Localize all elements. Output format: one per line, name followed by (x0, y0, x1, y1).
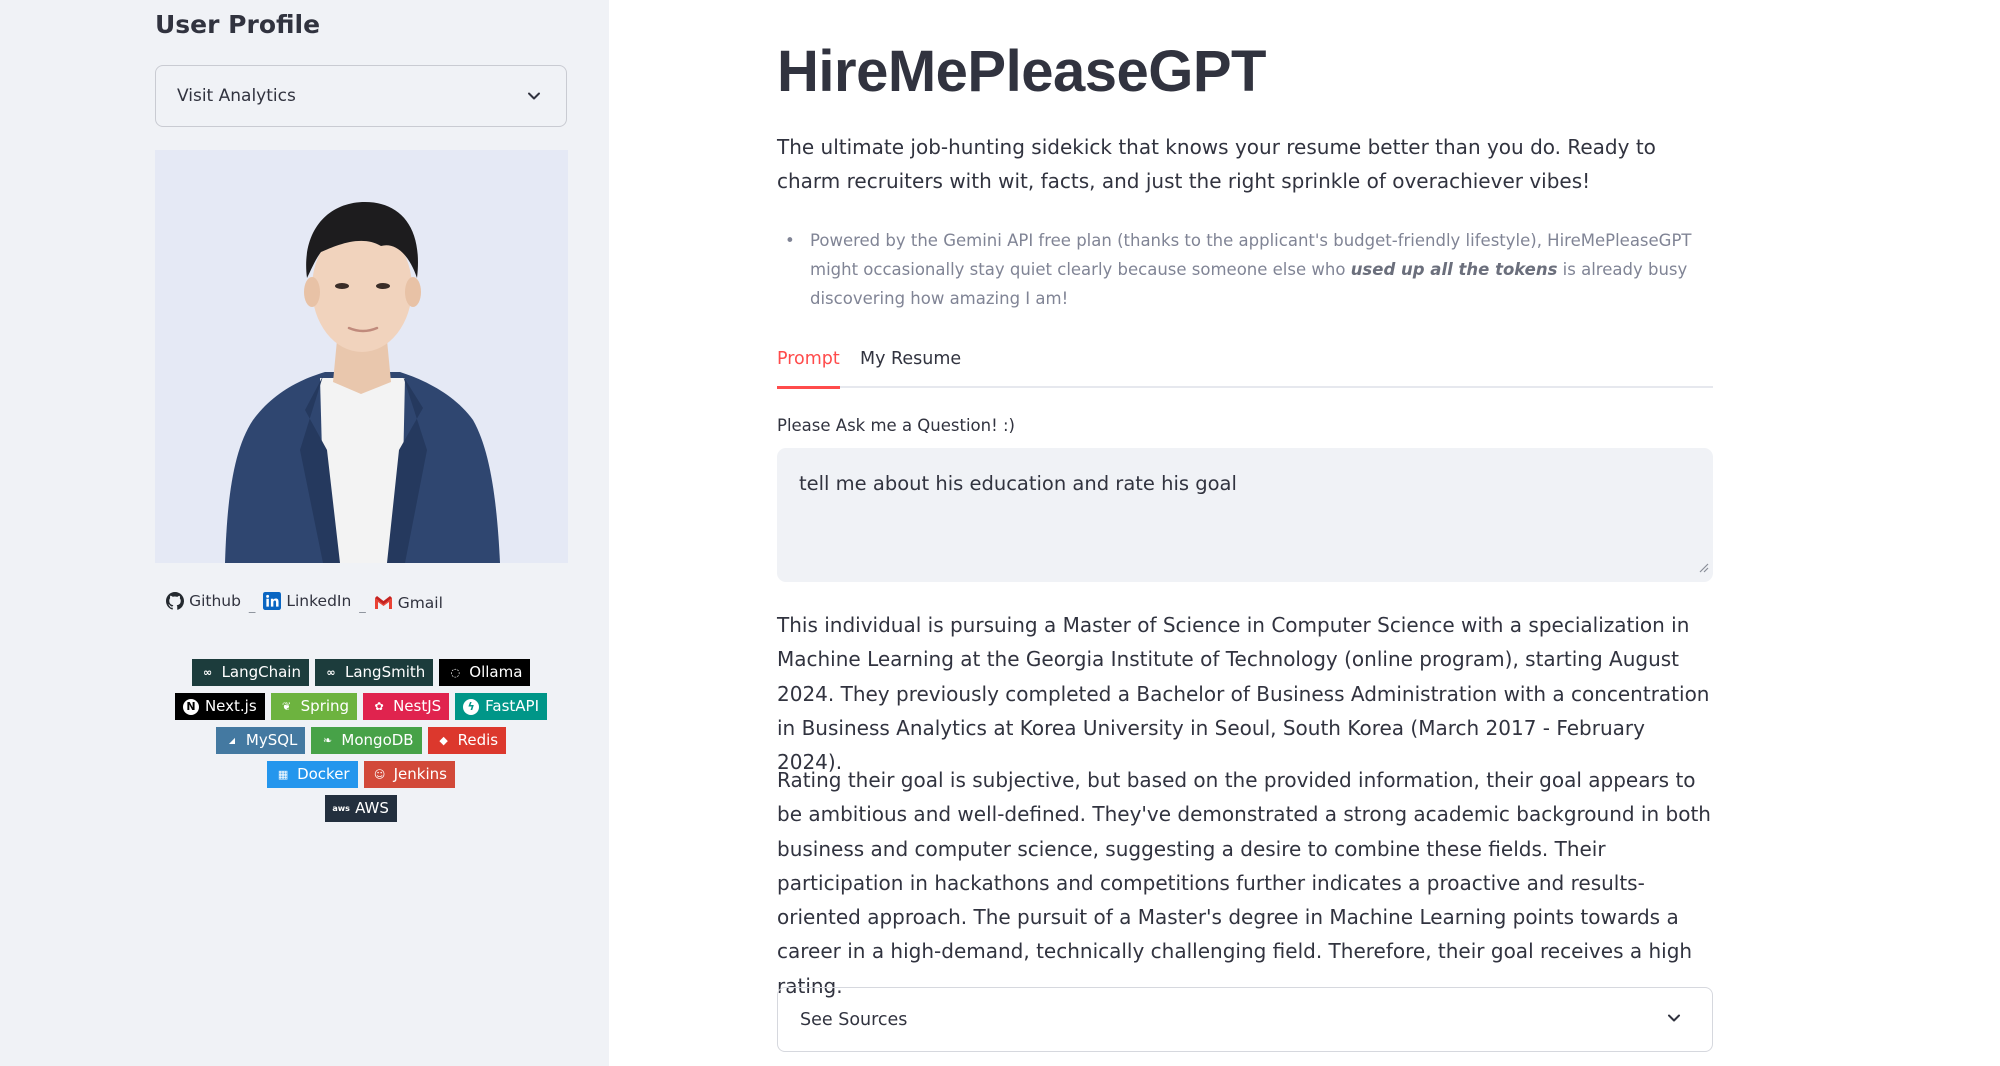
badge-mysql: ◢ MySQL (215, 727, 306, 754)
sidebar: User Profile Visit Analytics Github _ Li… (0, 0, 609, 1066)
jenkins-icon: ☺ (373, 768, 386, 781)
note-text: • Powered by the Gemini API free plan (t… (777, 226, 1713, 313)
tab-divider (777, 386, 1713, 388)
answer-paragraph-2: Rating their goal is subjective, but bas… (777, 768, 1711, 998)
tech-badges: ∞ LangChain ∞ LangSmith ◌ Ollama N Next.js ❦… (150, 659, 572, 829)
docker-icon: ▦ (277, 768, 289, 781)
spring-icon: ❦ (282, 700, 292, 713)
github-link[interactable]: Github (166, 592, 241, 610)
resize-handle-icon[interactable] (1699, 555, 1709, 578)
mongodb-icon: ❧ (322, 734, 333, 747)
badge-ollama: ◌ Ollama (439, 659, 531, 686)
badge-mongodb: ❧ MongoDB (311, 727, 422, 754)
gmail-link[interactable]: Gmail (374, 594, 443, 612)
fastapi-icon: ϟ (463, 698, 480, 715)
mysql-icon: ◢ (228, 736, 235, 745)
github-label: Github (189, 592, 241, 610)
chevron-down-icon (1666, 1010, 1682, 1030)
expander-label: See Sources (800, 1010, 908, 1030)
tab-bar: Prompt My Resume (777, 349, 1713, 389)
langsmith-icon: ∞ (326, 666, 336, 679)
link-separator: _ (359, 599, 366, 614)
badge-jenkins: ☺ Jenkins (363, 761, 455, 788)
analytics-select[interactable]: Visit Analytics (155, 65, 567, 127)
linkedin-link[interactable]: LinkedIn (263, 592, 351, 610)
gmail-icon (374, 595, 393, 610)
badge-fastapi: ϟ FastAPI (455, 693, 548, 720)
main-content: HireMePleaseGPT The ultimate job-hunting… (777, 0, 1713, 1066)
answer-paragraph-1: This individual is pursuing a Master of … (777, 613, 1710, 775)
aws-icon: aws (332, 804, 350, 813)
see-sources-expander[interactable]: See Sources (777, 987, 1713, 1052)
active-tab-indicator (777, 386, 840, 389)
social-links: Github _ LinkedIn _ Gmail (0, 592, 609, 614)
github-icon (166, 592, 185, 610)
linkedin-icon (263, 592, 282, 610)
tab-prompt[interactable]: Prompt (777, 349, 840, 389)
ollama-icon: ◌ (450, 666, 461, 679)
question-input[interactable]: tell me about his education and rate his… (777, 448, 1713, 582)
badge-aws: aws AWS (325, 795, 397, 822)
sidebar-title: User Profile (155, 10, 321, 39)
page-title: HireMePleaseGPT (777, 39, 1266, 104)
langchain-icon: ∞ (202, 666, 213, 679)
bullet-dot: • (785, 231, 795, 250)
badge-redis: ◆ Redis (427, 727, 507, 754)
badge-langchain: ∞ LangChain (191, 659, 309, 686)
redis-icon: ◆ (439, 734, 448, 747)
nextjs-icon: N (182, 698, 199, 715)
question-label: Please Ask me a Question! :) (777, 416, 1015, 435)
badge-spring: ❦ Spring (270, 693, 358, 720)
intro-text: The ultimate job-hunting sidekick that k… (777, 135, 1656, 193)
badge-nextjs: N Next.js (174, 693, 265, 720)
question-value: tell me about his education and rate his… (799, 472, 1237, 495)
chevron-down-icon (526, 88, 542, 108)
note-emphasis: used up all the tokens (1350, 260, 1558, 279)
tab-my-resume[interactable]: My Resume (860, 349, 961, 369)
linkedin-label: LinkedIn (286, 592, 352, 610)
profile-photo (155, 150, 568, 563)
select-value: Visit Analytics (177, 86, 296, 106)
badge-nestjs: ✿ NestJS (363, 693, 450, 720)
badge-langsmith: ∞ LangSmith (315, 659, 434, 686)
badge-docker: ▦ Docker (267, 761, 358, 788)
link-separator: _ (248, 599, 256, 614)
nestjs-icon: ✿ (374, 700, 384, 713)
gmail-label: Gmail (397, 593, 443, 612)
